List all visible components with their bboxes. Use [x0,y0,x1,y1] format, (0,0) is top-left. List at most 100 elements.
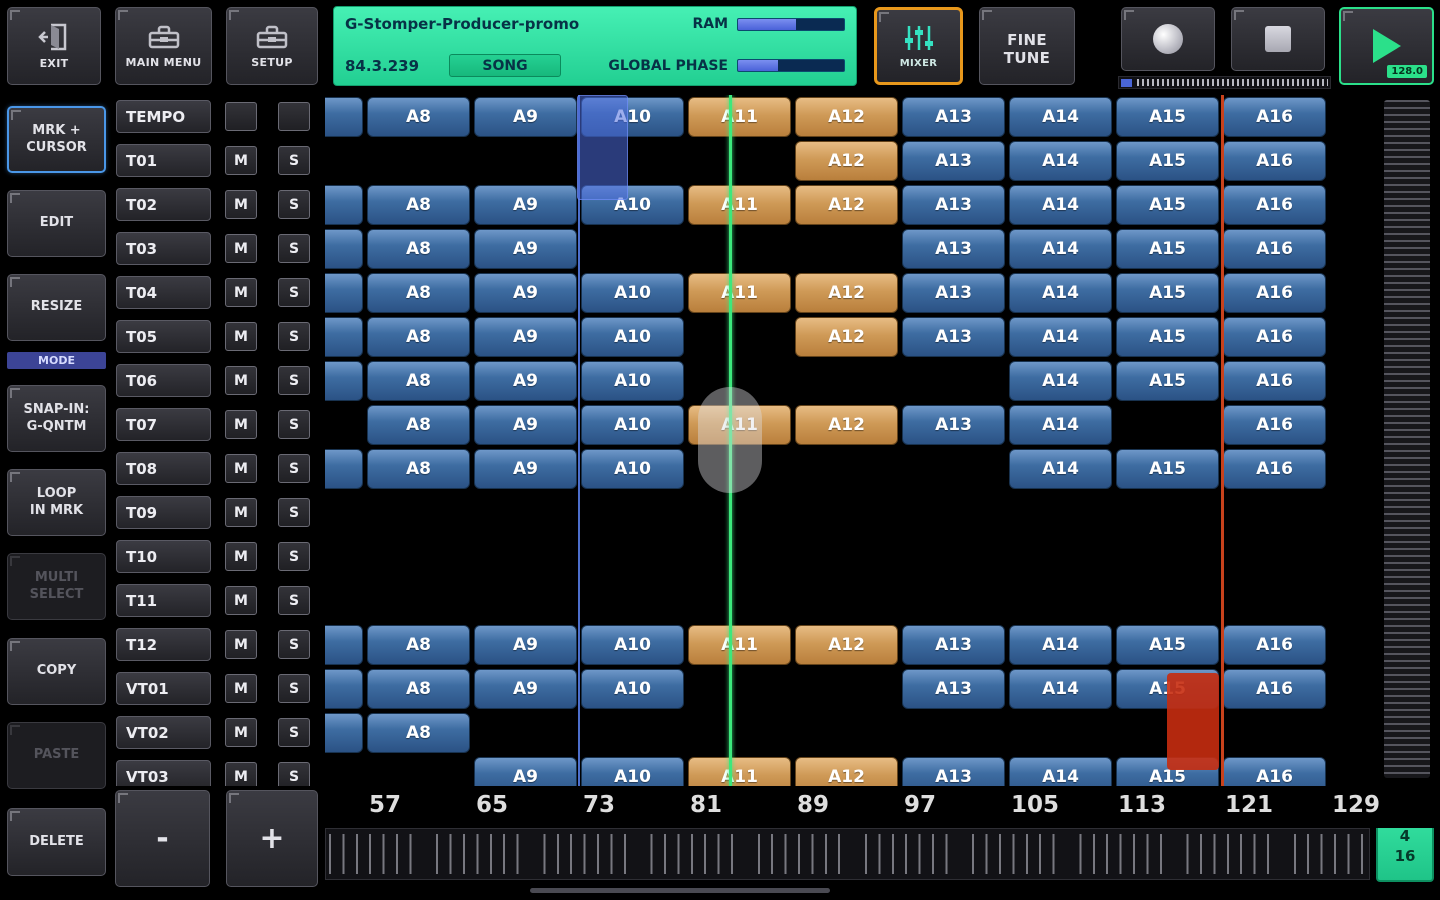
track-button-vt01[interactable]: VT01 [116,672,211,705]
grid-cell-t08-a9[interactable]: A9 [474,449,577,489]
grid-cell-t07-a12[interactable]: A12 [795,405,898,445]
grid-cell-vt01-a14[interactable]: A14 [1009,669,1112,709]
zoom-strip-handle[interactable] [1121,79,1132,87]
grid-cell-t12-a16[interactable]: A16 [1223,625,1326,665]
sidebar-item-copy[interactable]: COPY [7,638,106,705]
mute-button-t12[interactable]: M [225,630,257,659]
mute-button-t01[interactable]: M [225,146,257,175]
mute-button-vt02[interactable]: M [225,718,257,747]
grid-cell-t07-a10[interactable]: A10 [581,405,684,445]
grid-cell-t05-a14[interactable]: A14 [1009,317,1112,357]
overview-strip[interactable] [325,828,1370,880]
grid-cell-vt02-edge[interactable] [325,713,363,753]
grid-cell-t05-a10[interactable]: A10 [581,317,684,357]
track-button-t08[interactable]: T08 [116,452,211,485]
sidebar-item-mrk-cursor[interactable]: MRK + CURSOR [7,106,106,173]
grid-cell-t12-a11[interactable]: A11 [688,625,791,665]
grid-cell-vt03-a11[interactable]: A11 [688,757,791,786]
grid-cell-t03-a9[interactable]: A9 [474,229,577,269]
solo-button-vt02[interactable]: S [278,718,310,747]
grid-cell-t07-a9[interactable]: A9 [474,405,577,445]
grid-cell-t05-a9[interactable]: A9 [474,317,577,357]
grid-cell-t04-a12[interactable]: A12 [795,273,898,313]
solo-button-vt03[interactable]: S [278,762,310,786]
mute-button-t09[interactable]: M [225,498,257,527]
grid-cell-t05-a16[interactable]: A16 [1223,317,1326,357]
mute-button-t03[interactable]: M [225,234,257,263]
solo-button-t03[interactable]: S [278,234,310,263]
grid-cell-t03-a13[interactable]: A13 [902,229,1005,269]
track-button-t03[interactable]: T03 [116,232,211,265]
grid-cell-t08-a15[interactable]: A15 [1116,449,1219,489]
sidebar-item-snap-in[interactable]: SNAP-IN: G-QNTM [7,385,106,452]
sidebar-item-edit[interactable]: EDIT [7,190,106,257]
solo-button-t12[interactable]: S [278,630,310,659]
grid-cell-t02-a8[interactable]: A8 [367,185,470,225]
timeline-zoom-strip[interactable] [1118,76,1331,89]
zoom-in-button[interactable]: + [226,790,318,887]
solo-button-t01[interactable]: S [278,146,310,175]
grid-cell-tempo-a14[interactable]: A14 [1009,97,1112,137]
track-button-vt03[interactable]: VT03 [116,760,211,786]
grid-cell-t07-a14[interactable]: A14 [1009,405,1112,445]
main-menu-button[interactable]: MAIN MENU [115,7,212,85]
grid-cell-t04-a16[interactable]: A16 [1223,273,1326,313]
track-button-t01[interactable]: T01 [116,144,211,177]
grid-cell-t07-a8[interactable]: A8 [367,405,470,445]
grid-cell-t03-a14[interactable]: A14 [1009,229,1112,269]
grid-cell-t02-a11[interactable]: A11 [688,185,791,225]
sidebar-item-delete[interactable]: DELETE [7,808,106,876]
grid-cell-tempo-a15[interactable]: A15 [1116,97,1219,137]
grid-cell-tempo-a12[interactable]: A12 [795,97,898,137]
zoom-out-button[interactable]: - [115,790,210,887]
grid-cell-t02-a14[interactable]: A14 [1009,185,1112,225]
grid-cell-t04-a8[interactable]: A8 [367,273,470,313]
grid-cell-t06-a15[interactable]: A15 [1116,361,1219,401]
grid-cell-t12-a8[interactable]: A8 [367,625,470,665]
track-button-vt02[interactable]: VT02 [116,716,211,749]
mute-button-t06[interactable]: M [225,366,257,395]
grid-cell-vt03-a9[interactable]: A9 [474,757,577,786]
grid-cell-t05-edge[interactable] [325,317,363,357]
grid-cell-t05-a8[interactable]: A8 [367,317,470,357]
track-button-t11[interactable]: T11 [116,584,211,617]
track-button-t12[interactable]: T12 [116,628,211,661]
record-button[interactable] [1121,7,1215,71]
track-button-tempo[interactable]: TEMPO [116,100,211,133]
grid-cell-tempo-a13[interactable]: A13 [902,97,1005,137]
grid-cell-t12-edge[interactable] [325,625,363,665]
vertical-scrollbar[interactable] [1372,92,1440,786]
grid-cell-t02-a12[interactable]: A12 [795,185,898,225]
mute-button-vt01[interactable]: M [225,674,257,703]
grid-cell-tempo-a11[interactable]: A11 [688,97,791,137]
solo-button-t11[interactable]: S [278,586,310,615]
mute-button-t04[interactable]: M [225,278,257,307]
grid-cell-t08-a8[interactable]: A8 [367,449,470,489]
grid-cell-t02-a16[interactable]: A16 [1223,185,1326,225]
grid-cell-vt01-a16[interactable]: A16 [1223,669,1326,709]
track-button-t06[interactable]: T06 [116,364,211,397]
grid-cell-vt01-a8[interactable]: A8 [367,669,470,709]
grid-cell-t04-a15[interactable]: A15 [1116,273,1219,313]
track-button-t04[interactable]: T04 [116,276,211,309]
solo-button-t08[interactable]: S [278,454,310,483]
grid-cell-t08-a16[interactable]: A16 [1223,449,1326,489]
track-button-t07[interactable]: T07 [116,408,211,441]
grid-cell-t04-a9[interactable]: A9 [474,273,577,313]
grid-cell-vt03-a16[interactable]: A16 [1223,757,1326,786]
timeline-bar[interactable]: 576573818997105113121129 [325,786,1440,828]
grid-cell-t04-a13[interactable]: A13 [902,273,1005,313]
grid-cell-t06-a9[interactable]: A9 [474,361,577,401]
grid-cell-t02-a13[interactable]: A13 [902,185,1005,225]
grid-cell-t05-a15[interactable]: A15 [1116,317,1219,357]
grid-cell-t04-a10[interactable]: A10 [581,273,684,313]
grid-cell-t12-a13[interactable]: A13 [902,625,1005,665]
grid-cell-t06-a14[interactable]: A14 [1009,361,1112,401]
grid-cell-t06-a10[interactable]: A10 [581,361,684,401]
stop-button[interactable] [1231,7,1325,71]
grid-cell-vt03-a13[interactable]: A13 [902,757,1005,786]
track-button-t10[interactable]: T10 [116,540,211,573]
grid-cell-vt03-a10[interactable]: A10 [581,757,684,786]
grid-cell-t07-a16[interactable]: A16 [1223,405,1326,445]
solo-button-t07[interactable]: S [278,410,310,439]
